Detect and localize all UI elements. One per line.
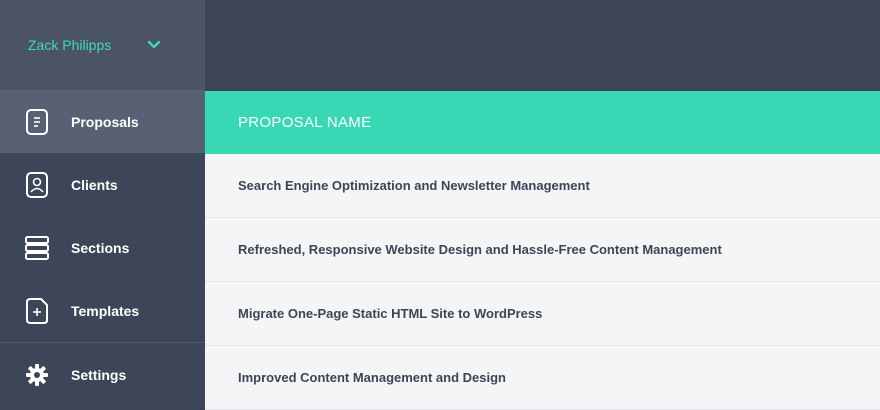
template-icon [24,297,50,324]
user-menu[interactable]: Zack Philipps [0,0,205,90]
sidebar-item-settings[interactable]: Settings [0,343,205,406]
gear-icon [24,362,50,388]
chevron-down-icon[interactable] [147,38,161,52]
sidebar-item-label: Templates [71,302,140,319]
proposals-table: PROPOSAL NAME Search Engine Optimization… [205,91,880,410]
table-row[interactable]: Improved Content Management and Design [205,346,880,410]
table-row[interactable]: Search Engine Optimization and Newslette… [205,154,880,218]
table-row[interactable]: Migrate One-Page Static HTML Site to Wor… [205,282,880,346]
table-row[interactable]: Refreshed, Responsive Website Design and… [205,218,880,282]
top-bar [205,0,880,91]
column-header-proposal-name[interactable]: PROPOSAL NAME [205,91,880,154]
sections-icon [24,235,50,261]
client-icon [24,171,50,198]
sidebar: Zack Philipps Proposals Clients Sections… [0,0,205,405]
sidebar-item-clients[interactable]: Clients [0,153,205,216]
sidebar-item-templates[interactable]: Templates [0,279,205,342]
sidebar-item-sections[interactable]: Sections [0,216,205,279]
sidebar-item-label: Proposals [71,113,139,130]
sidebar-item-label: Sections [71,239,130,256]
sidebar-item-proposals[interactable]: Proposals [0,90,205,153]
proposal-icon [24,108,50,135]
user-name: Zack Philipps [28,37,112,53]
sidebar-item-label: Settings [71,366,127,383]
sidebar-item-label: Clients [71,176,118,193]
